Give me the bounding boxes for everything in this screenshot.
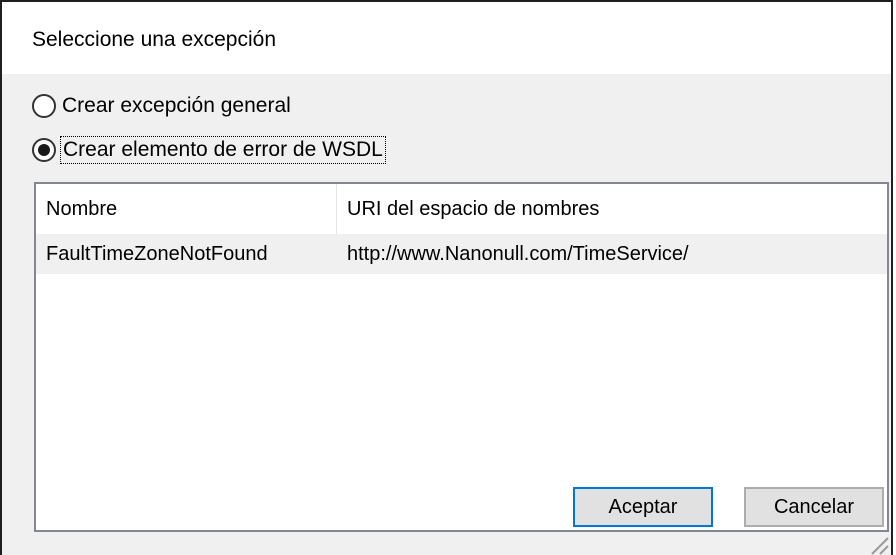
option-general-exception-label[interactable]: Crear excepción general: [60, 93, 293, 119]
cell-namespace-uri: http://www.Nanonull.com/TimeService/: [347, 242, 689, 265]
radio-wsdl-fault[interactable]: [32, 138, 56, 162]
dialog-title: Seleccione una excepción: [32, 28, 277, 51]
table-row[interactable]: FaultTimeZoneNotFound http://www.Nanonul…: [36, 234, 887, 274]
option-wsdl-fault-label[interactable]: Crear elemento de error de WSDL: [60, 136, 386, 164]
dialog-titlebar: Seleccione una excepción: [2, 2, 891, 74]
ok-button[interactable]: Aceptar: [573, 487, 713, 527]
fault-list[interactable]: Nombre URI del espacio de nombres FaultT…: [34, 182, 889, 532]
list-header: Nombre URI del espacio de nombres: [36, 184, 887, 234]
cell-name: FaultTimeZoneNotFound: [46, 242, 268, 265]
exception-dialog: Seleccione una excepción Crear excepción…: [0, 0, 893, 555]
dialog-body: Crear excepción general Crear elemento d…: [2, 74, 891, 555]
column-header-name[interactable]: Nombre: [36, 184, 337, 234]
option-general-exception[interactable]: Crear excepción general: [32, 92, 293, 120]
option-wsdl-fault[interactable]: Crear elemento de error de WSDL: [32, 136, 386, 164]
radio-general-exception[interactable]: [32, 94, 56, 118]
column-header-namespace-uri[interactable]: URI del espacio de nombres: [337, 184, 887, 234]
cancel-button[interactable]: Cancelar: [744, 487, 884, 527]
resize-grip-icon[interactable]: [867, 533, 889, 555]
